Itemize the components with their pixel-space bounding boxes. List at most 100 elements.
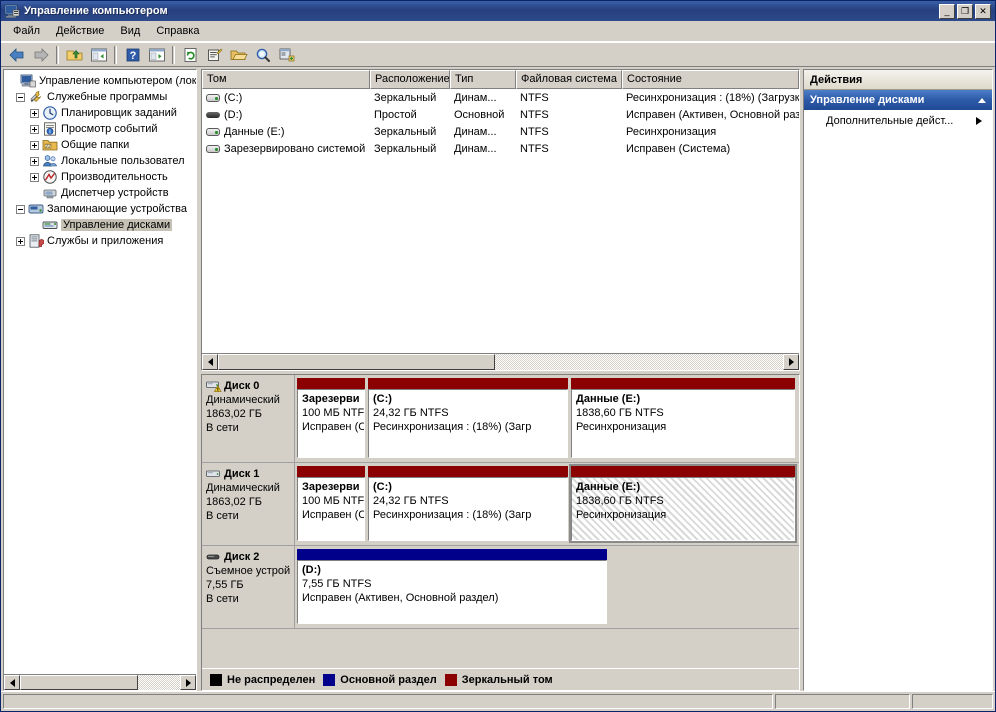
partition-title: Данные (E:) <box>576 393 641 405</box>
window-controls: _ ❐ ✕ <box>939 3 991 19</box>
disk-info: Диск 0 Динамический 1863,02 ГБ В сети <box>202 375 295 462</box>
refresh-icon[interactable] <box>179 44 202 66</box>
scroll-right-button[interactable] <box>180 675 196 690</box>
cell-filesystem: NTFS <box>520 108 549 121</box>
actions-empty-area <box>804 132 992 690</box>
status-pane-2 <box>775 694 910 709</box>
menu-file[interactable]: Файл <box>5 22 48 40</box>
table-row[interactable]: (C:) Зеркальный Динам... NTFS Ресинхрони… <box>202 89 799 106</box>
partition-color-bar <box>571 466 795 477</box>
cell-layout: Зеркальный <box>374 142 437 155</box>
scroll-left-button[interactable] <box>4 675 20 690</box>
tree-item-shared-folders[interactable]: 22 Общие папки <box>6 137 196 153</box>
disk-row[interactable]: Диск 1 Динамический 1863,02 ГБ В сети За… <box>202 463 799 546</box>
actions-group-disk-management[interactable]: Управление дисками <box>804 90 992 110</box>
expand-toggle-icon[interactable] <box>16 236 25 246</box>
column-header-filesystem[interactable]: Файловая система <box>516 70 622 89</box>
partition[interactable]: Данные (E:) 1838,60 ГБ NTFS Ресинхрониза… <box>571 378 795 458</box>
tree-horizontal-scrollbar[interactable] <box>4 674 196 690</box>
tree-item-system-tools[interactable]: Служебные программы <box>6 89 196 105</box>
tree-item-event-viewer[interactable]: i Просмотр событий <box>6 121 196 137</box>
partition[interactable]: (C:) 24,32 ГБ NTFS Ресинхронизация : (18… <box>368 378 568 458</box>
forward-icon[interactable] <box>29 44 52 66</box>
disk-row[interactable]: Диск 2 Съемное устрой 7,55 ГБ В сети (D:… <box>202 546 799 629</box>
tree-item-performance[interactable]: Производительность <box>6 169 196 185</box>
collapse-toggle-icon[interactable] <box>16 92 25 102</box>
arrow-left-icon <box>207 358 213 366</box>
tree-item-storage[interactable]: Запоминающие устройства <box>6 201 196 217</box>
partition-size: 24,32 ГБ NTFS <box>373 407 449 419</box>
partition-status: Исправен (Активен, Основной раздел) <box>302 592 499 604</box>
collapse-toggle-icon[interactable] <box>16 204 25 214</box>
arrow-right-icon <box>185 678 191 687</box>
tree-item-device-manager[interactable]: Диспетчер устройств <box>6 185 196 201</box>
partition-title: Данные (E:) <box>576 481 641 493</box>
menu-action[interactable]: Действие <box>48 22 112 40</box>
partition-color-bar <box>297 549 607 560</box>
table-row[interactable]: (D:) Простой Основной NTFS Исправен (Акт… <box>202 106 799 123</box>
svg-text:?: ? <box>129 50 136 62</box>
show-hide-tree-icon[interactable] <box>87 44 110 66</box>
volume-icon <box>205 90 221 106</box>
scroll-thumb[interactable] <box>20 675 138 690</box>
expand-toggle-icon[interactable] <box>30 140 39 150</box>
action-more-actions[interactable]: Дополнительные дейст... <box>804 110 992 132</box>
console-tree-pane: Управление компьютером (лока Служебные п… <box>3 69 197 691</box>
new-window-icon[interactable] <box>275 44 298 66</box>
menu-help[interactable]: Справка <box>148 22 207 40</box>
disk-row[interactable]: Диск 0 Динамический 1863,02 ГБ В сети За… <box>202 375 799 463</box>
chevron-up-icon[interactable] <box>978 97 986 103</box>
expand-toggle-icon[interactable] <box>30 156 39 166</box>
tree-item-task-scheduler[interactable]: Планировщик заданий <box>6 105 196 121</box>
clock-icon <box>42 105 58 121</box>
cell-type: Динам... <box>454 91 497 104</box>
cell-volume-label: (C:) <box>224 91 243 104</box>
expand-toggle-icon[interactable] <box>30 124 39 134</box>
partition[interactable]: Зарезерви 100 МБ NTFS Исправен (С <box>297 466 365 541</box>
menu-view[interactable]: Вид <box>112 22 148 40</box>
column-header-type[interactable]: Тип <box>450 70 516 89</box>
scroll-left-button[interactable] <box>202 354 218 370</box>
scroll-track[interactable] <box>20 675 180 690</box>
partition-body: (C:) 24,32 ГБ NTFS Ресинхронизация : (18… <box>368 477 568 541</box>
disk-size: 1863,02 ГБ <box>206 496 262 508</box>
partition-body: Зарезерви 100 МБ NTFS Исправен (С <box>297 389 365 458</box>
scroll-right-button[interactable] <box>783 354 799 370</box>
console-tree: Управление компьютером (лока Служебные п… <box>4 70 196 674</box>
expand-toggle-icon[interactable] <box>30 108 39 118</box>
partition[interactable]: (D:) 7,55 ГБ NTFS Исправен (Активен, Осн… <box>297 549 607 624</box>
scroll-track[interactable] <box>218 354 783 370</box>
tree-item-computer-management[interactable]: Управление компьютером (лока <box>6 73 196 89</box>
show-hide-console-icon[interactable] <box>145 44 168 66</box>
up-folder-icon[interactable] <box>63 44 86 66</box>
open-icon[interactable] <box>227 44 250 66</box>
close-button[interactable]: ✕ <box>975 3 991 19</box>
tree-item-label: Управление дисками <box>61 219 173 231</box>
partition[interactable]: Зарезерви 100 МБ NTFS Исправен (С <box>297 378 365 458</box>
disk-graphical-view: Диск 0 Динамический 1863,02 ГБ В сети За… <box>201 374 800 691</box>
rescan-disks-icon[interactable] <box>251 44 274 66</box>
table-row[interactable]: Данные (E:) Зеркальный Динам... NTFS Рес… <box>202 123 799 140</box>
disk-management-icon <box>42 217 58 233</box>
cell-volume-label: (D:) <box>224 108 243 121</box>
column-header-volume[interactable]: Том <box>202 70 370 89</box>
table-row[interactable]: Зарезервировано системой Зеркальный Дина… <box>202 140 799 157</box>
sidebar-item-disk-management[interactable]: Управление дисками <box>6 217 196 233</box>
volume-list-horizontal-scrollbar[interactable] <box>202 353 799 370</box>
maximize-button[interactable]: ❐ <box>957 3 973 19</box>
disk-state: В сети <box>206 593 239 605</box>
tree-item-local-users[interactable]: Локальные пользовател <box>6 153 196 169</box>
properties-icon[interactable] <box>203 44 226 66</box>
partition[interactable]: (C:) 24,32 ГБ NTFS Ресинхронизация : (18… <box>368 466 568 541</box>
partition-selected[interactable]: Данные (E:) 1838,60 ГБ NTFS Ресинхрониза… <box>569 464 797 543</box>
column-header-layout[interactable]: Расположение <box>370 70 450 89</box>
column-header-status[interactable]: Состояние <box>622 70 799 89</box>
expand-toggle-icon[interactable] <box>30 172 39 182</box>
scroll-thumb[interactable] <box>218 354 495 370</box>
back-icon[interactable] <box>5 44 28 66</box>
help-icon[interactable]: ? <box>121 44 144 66</box>
minimize-button[interactable]: _ <box>939 3 955 19</box>
toolbar-separator <box>172 45 175 64</box>
tree-item-services-and-apps[interactable]: Службы и приложения <box>6 233 196 249</box>
cell-type: Динам... <box>454 125 497 138</box>
